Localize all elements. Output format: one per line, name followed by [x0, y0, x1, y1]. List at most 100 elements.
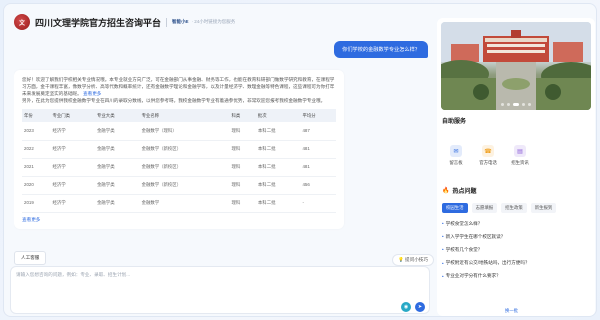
table-cell: -: [300, 194, 336, 213]
view-more-link[interactable]: 查看更多: [22, 216, 336, 223]
table-cell: 经济学: [50, 140, 96, 159]
table-cell: 金融学类: [95, 140, 140, 159]
input-placeholder: 请输入您想咨询的问题，例如：专业、录取、招生计划...: [16, 272, 131, 277]
send-icon[interactable]: ➤: [415, 302, 425, 312]
table-cell: 金融数学（新校区）: [139, 140, 230, 159]
table-header-cell: 年份: [22, 109, 51, 122]
page-header: 文 四川文理学院官方招生咨询平台 智能小E · 24小时链接为您服务: [14, 13, 235, 31]
table-cell: 理科: [229, 194, 256, 213]
table-cell: 本科二批: [255, 122, 301, 141]
inline-more-link[interactable]: 查看更多: [83, 91, 101, 96]
table-cell: 2020: [22, 176, 51, 195]
table-cell: 481: [300, 158, 336, 177]
score-table: 年份 专业门类 专业大类 专业名称 科类 批次 平均分 2023 经济学 金融学类 金融数学（理科…: [22, 109, 336, 213]
table-header-cell: 科类: [229, 109, 256, 122]
table-header-cell: 专业名称: [139, 109, 230, 122]
service-item[interactable]: ☎ 官方电话: [475, 145, 501, 166]
right-sidebar: 自助服务 ✉ 留言板 ☎ 官方电话 ▤ 招生资讯 🔥 热点问题 校园生活 志愿填报 招生政策新…: [437, 18, 595, 316]
table-cell: 2022: [22, 140, 51, 159]
hot-question-list: 学校食堂怎么样？新入学学生在哪个校区就读？学校有几个食堂？学校附近有公交/地铁站…: [442, 217, 590, 283]
news-icon: ▤: [514, 145, 526, 157]
assistant-tagline: · 24小时链接为您服务: [191, 19, 236, 24]
question-tips-button[interactable]: 💡 提问小技巧: [392, 254, 434, 266]
services-title: 自助服务: [442, 119, 467, 125]
school-logo: 文: [14, 14, 30, 30]
table-cell: 经济学: [50, 176, 96, 195]
table-cell: 487: [300, 122, 336, 141]
message-icon: ✉: [450, 145, 462, 157]
table-cell: 金融数学（新校区）: [139, 158, 230, 177]
table-cell: 456: [300, 176, 336, 195]
table-cell: 本科二批: [255, 140, 301, 159]
hot-tab[interactable]: 志愿填报: [471, 203, 498, 213]
table-cell: 本科二批: [255, 194, 301, 213]
table-cell: 金融学类: [95, 194, 140, 213]
table-cell: 理科: [229, 176, 256, 195]
phone-icon: ☎: [482, 145, 494, 157]
table-cell: 481: [300, 140, 336, 159]
service-item[interactable]: ▤ 招生资讯: [507, 145, 533, 166]
manual-service-button[interactable]: 人工客服: [14, 251, 47, 265]
table-row: 2023 经济学 金融学类 金融数学（理科） 理科 本科二批 487: [22, 122, 336, 141]
table-cell: 金融数学: [139, 194, 230, 213]
table-cell: 2023: [22, 122, 51, 141]
assistant-name: 智能小E: [172, 19, 189, 24]
table-cell: 2019: [22, 194, 51, 213]
service-label: 官方电话: [479, 160, 497, 165]
hot-title: 热点问题: [452, 189, 477, 195]
hot-question-item[interactable]: 新入学学生在哪个校区就读？: [442, 230, 590, 243]
hot-question-item[interactable]: 专业业对学分有什么要求？: [442, 270, 590, 283]
chat-panel: 你们学校的金融数学专业怎么样？ 您好！欢迎了解我们学校相关专业情况哦。本专业就业…: [14, 36, 428, 264]
hot-tab[interactable]: 新生报到: [530, 203, 557, 213]
banner-dot[interactable]: [528, 103, 531, 106]
service-label: 招生资讯: [511, 160, 529, 165]
banner-dots[interactable]: [441, 103, 591, 106]
table-cell: 理科: [229, 140, 256, 159]
user-message: 你们学校的金融数学专业怎么样？: [334, 41, 428, 58]
answer-extra: 另外，在此为您提供我校金融数学专业在四川的录取分数线，以供您参考呀。我校金融数学…: [22, 98, 326, 103]
banner-dot[interactable]: [501, 103, 504, 106]
table-header-cell: 专业门类: [50, 109, 96, 122]
tips-label: 提问小技巧: [405, 257, 428, 262]
fire-icon: 🔥: [442, 188, 450, 194]
table-cell: 金融数学（理科）: [139, 122, 230, 141]
hot-question-item[interactable]: 学校有几个食堂？: [442, 243, 590, 256]
campus-banner[interactable]: [441, 22, 591, 110]
table-cell: 经济学: [50, 122, 96, 141]
table-row: 2022 经济学 金融学类 金融数学（新校区） 理科 本科二批 481: [22, 140, 336, 159]
table-cell: 金融数学（新校区）: [139, 176, 230, 195]
table-cell: 金融学类: [95, 176, 140, 195]
table-cell: 金融学类: [95, 158, 140, 177]
answer-intro: 您好！欢迎了解我们学校相关专业情况哦。本专业就业方向广泛，可在金融部门从事金融、…: [22, 77, 335, 96]
bot-answer: 您好！欢迎了解我们学校相关专业情况哦。本专业就业方向广泛，可在金融部门从事金融、…: [14, 70, 344, 229]
table-row: 2020 经济学 金融学类 金融数学（新校区） 理科 本科二批 456: [22, 176, 336, 195]
banner-dot[interactable]: [507, 103, 510, 106]
table-cell: 本科二批: [255, 158, 301, 177]
table-cell: 金融学类: [95, 122, 140, 141]
table-cell: 经济学: [50, 194, 96, 213]
campus-photo-icon: [441, 22, 591, 110]
change-batch-button[interactable]: 换一批: [505, 308, 518, 314]
hot-tabs: 校园生活 志愿填报 招生政策 新生报到: [442, 203, 557, 213]
hot-tab[interactable]: 校园生活: [442, 203, 468, 213]
table-cell: 理科: [229, 158, 256, 177]
service-label: 留言板: [449, 160, 463, 165]
hot-question-item[interactable]: 学校附近有公交/地铁站吗，出行方便吗？: [442, 257, 590, 270]
app-frame: 文 四川文理学院官方招生咨询平台 智能小E · 24小时链接为您服务 你们学校的…: [3, 3, 597, 317]
table-cell: 2021: [22, 158, 51, 177]
banner-dot[interactable]: [522, 103, 525, 106]
banner-dot[interactable]: [513, 103, 519, 106]
hot-question-item[interactable]: 学校食堂怎么样？: [442, 217, 590, 230]
message-input[interactable]: 请输入您想咨询的问题，例如：专业、录取、招生计划... ◉ ➤: [10, 266, 430, 314]
voice-icon[interactable]: ◉: [401, 302, 411, 312]
table-row: 2019 经济学 金融学类 金融数学 理科 本科二批 -: [22, 194, 336, 213]
table-header-cell: 批次: [255, 109, 301, 122]
table-cell: 经济学: [50, 158, 96, 177]
hot-questions-header: 🔥 热点问题: [442, 186, 477, 195]
hot-tab[interactable]: 招生政策: [501, 203, 527, 213]
table-cell: 理科: [229, 122, 256, 141]
header-divider: [166, 17, 168, 27]
page-title: 四川文理学院官方招生咨询平台: [35, 17, 162, 28]
service-item[interactable]: ✉ 留言板: [443, 145, 469, 166]
table-header-cell: 专业大类: [95, 109, 140, 122]
